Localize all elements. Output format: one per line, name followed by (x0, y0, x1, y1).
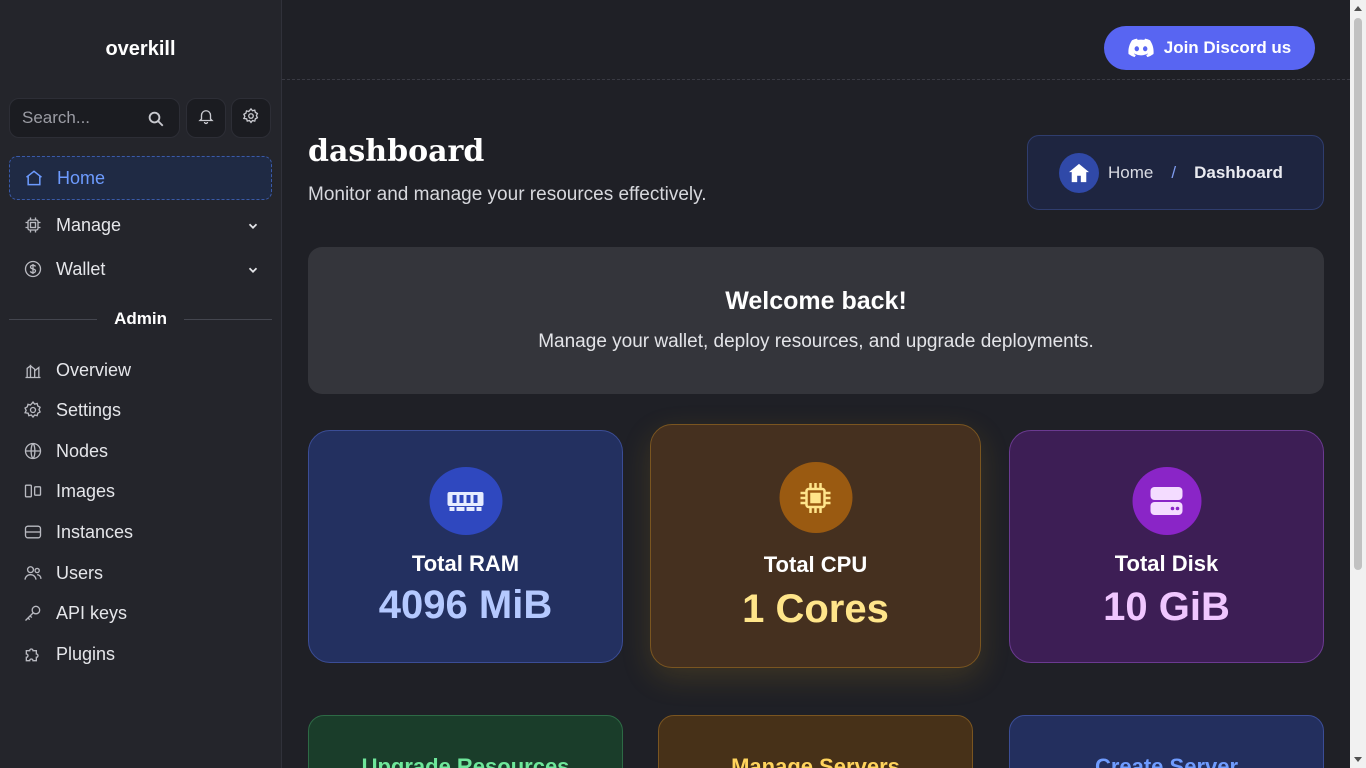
stat-value: 1 Cores (742, 587, 889, 631)
search-icon[interactable] (147, 110, 165, 133)
sidebar: overkill Home Manage Walle (0, 0, 282, 768)
scroll-up-arrow-icon[interactable] (1354, 6, 1362, 11)
users-icon (23, 563, 43, 583)
admin-heading: Admin (114, 309, 167, 328)
action-label: Manage Servers (731, 754, 900, 768)
nav-item-manage[interactable]: Manage (9, 203, 272, 247)
scroll-down-arrow-icon[interactable] (1354, 757, 1362, 762)
discord-icon (1128, 38, 1154, 58)
cpu-icon (779, 462, 852, 533)
stat-card-disk: Total Disk 10 GiB (1009, 430, 1324, 663)
globe-icon (23, 441, 43, 461)
admin-section-divider: Admin (9, 306, 273, 332)
divider-line (183, 318, 273, 320)
chevron-down-icon (246, 217, 260, 238)
breadcrumb-current: Dashboard (1194, 162, 1283, 182)
key-icon (23, 603, 43, 623)
nav-item-label: Wallet (56, 258, 106, 279)
puzzle-icon (23, 644, 43, 664)
breadcrumb: Home / Dashboard (1027, 135, 1324, 210)
nav-item-images[interactable]: Images (9, 469, 272, 513)
search-input[interactable] (22, 107, 142, 129)
upgrade-resources-card[interactable]: Upgrade Resources (308, 715, 623, 768)
nav-item-label: Settings (56, 399, 122, 420)
nav-item-overview[interactable]: Overview (9, 348, 272, 392)
nav-item-nodes[interactable]: Nodes (9, 429, 272, 473)
chip-icon (23, 215, 43, 235)
disk-icon (1132, 467, 1201, 535)
divider-line (9, 318, 98, 320)
manage-servers-card[interactable]: Manage Servers (658, 715, 973, 768)
nav-item-home[interactable]: Home (9, 156, 272, 200)
welcome-card: Welcome back! Manage your wallet, deploy… (308, 247, 1324, 394)
nav-item-label: Instances (56, 521, 134, 542)
chevron-down-icon (246, 261, 260, 282)
scrollbar-thumb[interactable] (1354, 18, 1362, 570)
home-icon (24, 168, 44, 188)
memory-icon (429, 467, 502, 535)
nav-item-users[interactable]: Users (9, 551, 272, 595)
stat-value: 4096 MiB (378, 583, 553, 627)
nav-item-label: API keys (56, 602, 128, 623)
nav-item-label: Plugins (56, 643, 116, 664)
nav-item-instances[interactable]: Instances (9, 510, 272, 554)
images-icon (23, 481, 43, 501)
notifications-button[interactable] (186, 98, 226, 138)
gear-icon (23, 400, 43, 420)
server-icon (23, 522, 43, 542)
nav-item-label: Users (56, 562, 104, 583)
create-server-card[interactable]: Create Server (1009, 715, 1324, 768)
stat-value: 10 GiB (1103, 585, 1230, 629)
nav-item-label: Overview (56, 359, 132, 380)
home-icon[interactable] (1059, 152, 1099, 193)
bell-icon (197, 107, 215, 130)
nav-item-settings[interactable]: Settings (9, 388, 272, 432)
settings-button[interactable] (231, 98, 271, 138)
nav-item-label: Images (56, 480, 116, 501)
stat-label: Total Disk (1114, 551, 1219, 576)
breadcrumb-home-link[interactable]: Home (1108, 163, 1153, 183)
stat-card-ram: Total RAM 4096 MiB (308, 430, 623, 663)
nav-item-api-keys[interactable]: API keys (9, 591, 272, 635)
page-title: dashboard (308, 134, 485, 169)
nav-item-label: Manage (56, 214, 122, 235)
welcome-text: Manage your wallet, deploy resources, an… (538, 331, 1094, 352)
page-subtitle: Monitor and manage your resources effect… (308, 184, 707, 205)
welcome-title: Welcome back! (725, 287, 907, 315)
dollar-icon (23, 259, 43, 279)
stat-card-cpu: Total CPU 1 Cores (650, 424, 981, 668)
gear-icon (242, 107, 260, 130)
stat-label: Total RAM (411, 551, 520, 576)
discord-button-label: Join Discord us (1163, 38, 1292, 57)
chart-icon (23, 360, 43, 380)
top-bar: Join Discord us (282, 0, 1350, 80)
page-scrollbar[interactable] (1350, 0, 1366, 768)
action-label: Create Server (1094, 754, 1239, 768)
breadcrumb-separator: / (1171, 162, 1177, 182)
search-box[interactable] (9, 98, 180, 138)
nav-item-label: Home (57, 167, 106, 188)
join-discord-button[interactable]: Join Discord us (1104, 26, 1315, 70)
nav-item-plugins[interactable]: Plugins (9, 632, 272, 676)
nav-item-label: Nodes (56, 440, 109, 461)
nav-item-wallet[interactable]: Wallet (9, 247, 272, 291)
stat-label: Total CPU (763, 552, 868, 577)
brand-logo[interactable]: overkill (0, 38, 281, 61)
action-label: Upgrade Resources (361, 754, 570, 768)
